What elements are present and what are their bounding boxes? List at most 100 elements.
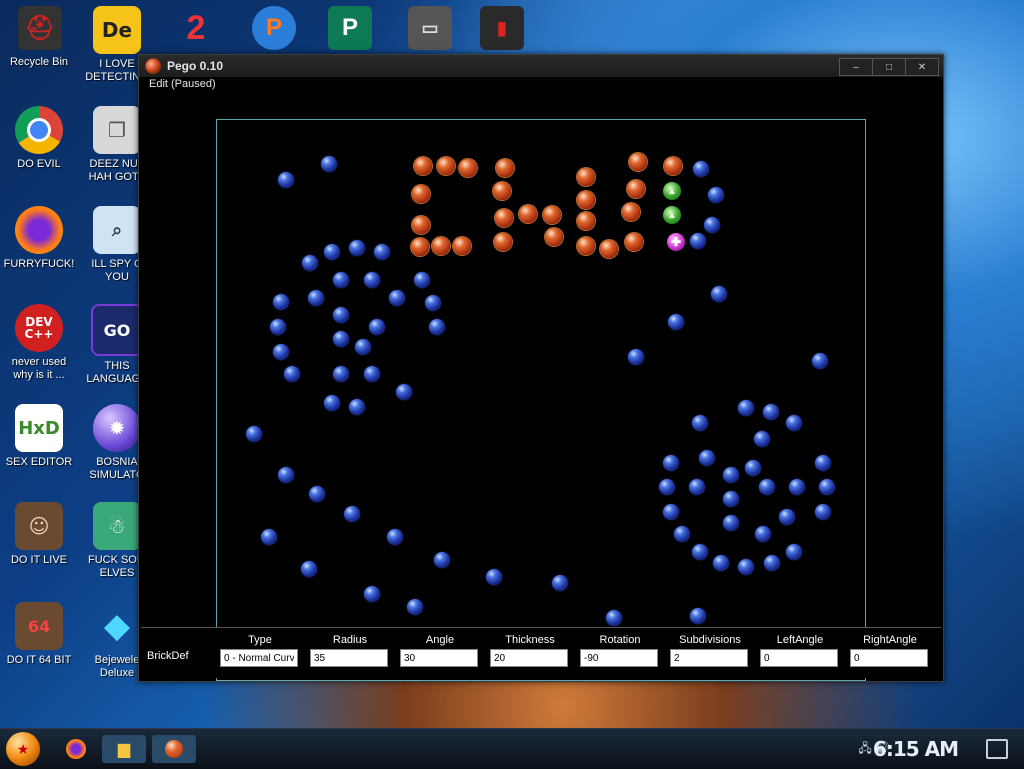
orange-peg[interactable] — [412, 185, 430, 203]
blue-peg[interactable] — [333, 331, 349, 347]
orange-peg[interactable] — [577, 191, 595, 209]
blue-peg[interactable] — [759, 479, 775, 495]
orange-peg[interactable] — [437, 157, 455, 175]
blue-peg[interactable] — [764, 555, 780, 571]
blue-peg[interactable] — [552, 575, 568, 591]
orange-peg[interactable] — [545, 228, 563, 246]
maximize-button[interactable]: □ — [872, 58, 906, 76]
blue-peg[interactable] — [333, 272, 349, 288]
green-peg[interactable]: ▲ — [663, 206, 681, 224]
clock[interactable]: 6:15 AM — [873, 737, 959, 761]
blue-peg[interactable] — [333, 307, 349, 323]
blue-peg[interactable] — [273, 294, 289, 310]
subdivisions-input[interactable] — [670, 649, 748, 667]
blue-peg[interactable] — [270, 319, 286, 335]
blue-peg[interactable] — [261, 529, 277, 545]
blue-peg[interactable] — [668, 314, 684, 330]
blue-peg[interactable] — [278, 172, 294, 188]
desktop-icon-devcpp[interactable]: DEV C++ never used why is it ... — [0, 304, 78, 382]
helmet-icon[interactable]: ⛑ — [18, 6, 62, 50]
blue-peg[interactable] — [690, 233, 706, 249]
radius-input[interactable] — [310, 649, 388, 667]
blue-peg[interactable] — [708, 187, 724, 203]
desktop-icon-do-evil[interactable]: DO EVIL — [0, 106, 78, 171]
blue-peg[interactable] — [819, 479, 835, 495]
blue-peg[interactable] — [309, 486, 325, 502]
menu-bar[interactable]: Edit (Paused) — [139, 77, 943, 93]
orange-peg[interactable] — [494, 233, 512, 251]
right-angle-input[interactable] — [850, 649, 928, 667]
desktop-icon-64[interactable]: 64 DO IT 64 BIT — [0, 602, 78, 667]
blue-peg[interactable] — [690, 608, 706, 624]
blue-peg[interactable] — [755, 526, 771, 542]
publisher-icon[interactable]: P — [328, 6, 372, 50]
title-bar[interactable]: Pego 0.10 – □ ✕ — [139, 55, 943, 77]
orange-peg[interactable] — [577, 212, 595, 230]
blue-peg[interactable] — [364, 272, 380, 288]
start-button[interactable]: ★ — [6, 732, 40, 766]
blue-peg[interactable] — [407, 599, 423, 615]
blue-peg[interactable] — [754, 431, 770, 447]
thickness-input[interactable] — [490, 649, 568, 667]
orange-peg[interactable] — [412, 216, 430, 234]
blue-peg[interactable] — [321, 156, 337, 172]
orange-peg[interactable] — [627, 180, 645, 198]
orange-peg[interactable] — [459, 159, 477, 177]
level-board[interactable]: ▲ ▲ ✚ — [216, 119, 866, 681]
pego-window[interactable]: Pego 0.10 – □ ✕ Edit (Paused) ▲ ▲ ✚ Bric… — [138, 54, 944, 682]
blue-peg[interactable] — [308, 290, 324, 306]
blue-peg[interactable] — [349, 240, 365, 256]
orange-peg[interactable] — [495, 209, 513, 227]
desktop-icon-recycle-bin[interactable]: Recycle Bin — [0, 52, 78, 69]
left-angle-input[interactable] — [760, 649, 838, 667]
orange-peg[interactable] — [496, 159, 514, 177]
blue-peg[interactable] — [374, 244, 390, 260]
blue-peg[interactable] — [663, 504, 679, 520]
desktop-icon-furry[interactable]: FURRYFUCK! — [0, 206, 78, 271]
two-icon[interactable]: 2 — [174, 6, 218, 50]
blue-peg[interactable] — [429, 319, 445, 335]
blue-peg[interactable] — [812, 353, 828, 369]
blue-peg[interactable] — [302, 255, 318, 271]
blue-peg[interactable] — [364, 586, 380, 602]
blue-peg[interactable] — [324, 395, 340, 411]
blue-peg[interactable] — [355, 339, 371, 355]
blue-peg[interactable] — [789, 479, 805, 495]
purple-peg[interactable]: ✚ — [667, 233, 685, 251]
orange-peg[interactable] — [629, 153, 647, 171]
blue-peg[interactable] — [815, 504, 831, 520]
blue-peg[interactable] — [763, 404, 779, 420]
blue-peg[interactable] — [674, 526, 690, 542]
orange-peg[interactable] — [519, 205, 537, 223]
blue-peg[interactable] — [815, 455, 831, 471]
blue-peg[interactable] — [699, 450, 715, 466]
orange-peg[interactable] — [411, 238, 429, 256]
blue-peg[interactable] — [486, 569, 502, 585]
blue-peg[interactable] — [246, 426, 262, 442]
blue-peg[interactable] — [301, 561, 317, 577]
orange-peg[interactable] — [625, 233, 643, 251]
blue-peg[interactable] — [414, 272, 430, 288]
monitor-icon[interactable]: ▭ — [408, 6, 452, 50]
network-icon[interactable]: 🖧 — [858, 741, 871, 755]
orange-peg[interactable] — [453, 237, 471, 255]
blue-peg[interactable] — [745, 460, 761, 476]
blue-peg[interactable] — [693, 161, 709, 177]
blue-peg[interactable] — [663, 455, 679, 471]
blue-peg[interactable] — [786, 415, 802, 431]
orange-peg[interactable] — [622, 203, 640, 221]
blue-peg[interactable] — [786, 544, 802, 560]
explorer-taskbar-button[interactable]: ▆ — [102, 735, 146, 763]
blue-peg[interactable] — [704, 217, 720, 233]
blue-peg[interactable] — [723, 515, 739, 531]
blue-peg[interactable] — [738, 400, 754, 416]
menu-edit[interactable]: Edit (Paused) — [149, 78, 216, 90]
blue-peg[interactable] — [389, 290, 405, 306]
rotation-input[interactable] — [580, 649, 658, 667]
minimize-button[interactable]: – — [839, 58, 873, 76]
close-button[interactable]: ✕ — [905, 58, 939, 76]
blue-peg[interactable] — [738, 559, 754, 575]
orange-peg[interactable] — [577, 237, 595, 255]
angle-input[interactable] — [400, 649, 478, 667]
blue-peg[interactable] — [779, 509, 795, 525]
